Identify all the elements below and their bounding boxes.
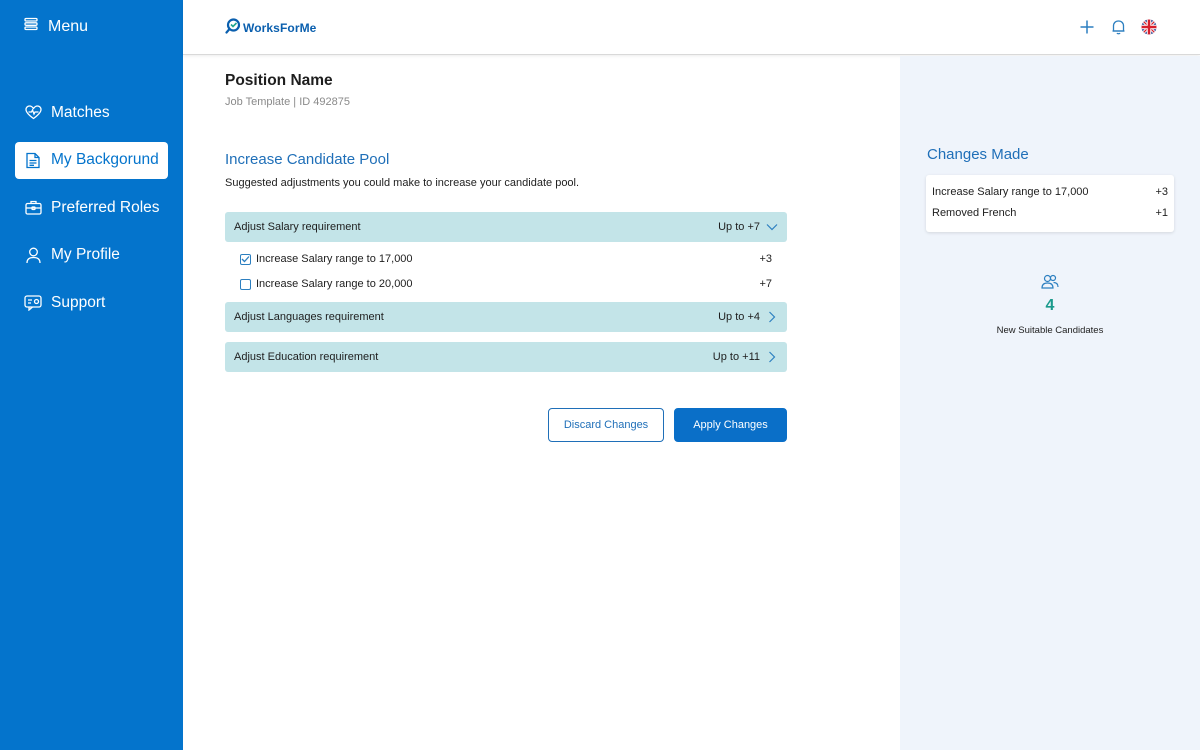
change-label: Removed French xyxy=(932,206,1017,219)
accordion-value: Up to +11 xyxy=(712,351,760,363)
change-label: Increase Salary range to 17,000 xyxy=(932,185,1089,198)
sidebar-item-support[interactable]: Support xyxy=(15,284,168,321)
main-content: Position Name Job Template | ID 492875 I… xyxy=(183,56,900,750)
sidebar-nav: Matches My Backgorund Preferred Roles My… xyxy=(15,94,168,332)
sidebar: Menu Matches My Backgorund Preferred Rol… xyxy=(0,0,183,750)
menu-toggle[interactable]: Menu xyxy=(24,17,88,36)
heart-icon xyxy=(24,104,42,122)
uk-flag-icon[interactable] xyxy=(1140,18,1158,36)
change-row: Removed French +1 xyxy=(932,202,1168,223)
document-icon xyxy=(24,151,42,169)
section-description: Suggested adjustments you could make to … xyxy=(225,177,580,189)
chevron-right-icon xyxy=(766,311,778,323)
candidates-count: 4 xyxy=(1045,297,1055,314)
accordion-label: Adjust Salary requirement xyxy=(234,221,361,233)
page-title: Position Name xyxy=(225,72,333,89)
brand-name: WorksForMe xyxy=(243,20,317,35)
sidebar-item-my-profile[interactable]: My Profile xyxy=(15,237,168,274)
candidates-summary: 4 New Suitable Candidates xyxy=(900,274,1200,336)
sidebar-item-my-background[interactable]: My Backgorund xyxy=(15,141,168,179)
change-value: +1 xyxy=(1155,206,1168,219)
menu-label: Menu xyxy=(48,17,89,35)
brand-logo[interactable]: WorksForMe xyxy=(225,18,316,37)
user-icon xyxy=(24,246,42,264)
chevron-right-icon xyxy=(766,351,778,363)
support-icon xyxy=(24,294,42,312)
accordion-salary[interactable]: Adjust Salary requirement Up to +7 xyxy=(225,212,787,242)
hamburger-icon xyxy=(24,17,48,36)
salary-option-17000: Increase Salary range to 17,000 +3 xyxy=(240,250,772,268)
apply-changes-button[interactable]: Apply Changes xyxy=(674,408,787,442)
section-title: Increase Candidate Pool xyxy=(225,151,390,168)
accordion-education[interactable]: Adjust Education requirement Up to +11 xyxy=(225,342,787,372)
salary-option-20000: Increase Salary range to 20,000 +7 xyxy=(240,275,772,293)
option-value: +3 xyxy=(759,253,772,265)
candidates-label: New Suitable Candidates xyxy=(996,325,1104,336)
changes-card: Increase Salary range to 17,000 +3 Remov… xyxy=(926,175,1174,232)
sidebar-item-label: Support xyxy=(51,293,106,311)
plus-icon[interactable] xyxy=(1078,18,1096,36)
accordion-label: Adjust Languages requirement xyxy=(234,311,384,323)
option-label: Increase Salary range to 20,000 xyxy=(256,278,413,290)
top-actions xyxy=(1065,18,1158,36)
sidebar-item-label: Matches xyxy=(51,103,110,121)
sidebar-item-matches[interactable]: Matches xyxy=(15,94,168,131)
option-label: Increase Salary range to 17,000 xyxy=(256,253,413,265)
accordion-languages[interactable]: Adjust Languages requirement Up to +4 xyxy=(225,302,787,332)
top-bar: WorksForMe xyxy=(183,0,1200,55)
change-row: Increase Salary range to 17,000 +3 xyxy=(932,181,1168,202)
discard-changes-button[interactable]: Discard Changes xyxy=(548,408,664,442)
briefcase-icon xyxy=(24,199,42,217)
option-value: +7 xyxy=(759,278,772,290)
accordion-value: Up to +4 xyxy=(718,311,760,323)
sidebar-item-label: Preferred Roles xyxy=(51,198,160,216)
change-value: +3 xyxy=(1155,185,1168,198)
changes-panel: Changes Made Increase Salary range to 17… xyxy=(900,56,1200,750)
bell-icon[interactable] xyxy=(1109,18,1127,36)
checkbox-unchecked[interactable] xyxy=(240,278,251,290)
sidebar-item-label: My Profile xyxy=(51,246,120,263)
page-subtitle: Job Template | ID 492875 xyxy=(225,96,350,108)
accordion-label: Adjust Education requirement xyxy=(234,351,379,363)
logo-icon xyxy=(225,18,243,37)
sidebar-item-preferred-roles[interactable]: Preferred Roles xyxy=(15,189,168,226)
people-icon xyxy=(900,274,1200,289)
changes-title: Changes Made xyxy=(927,146,1029,163)
checkbox-checked[interactable] xyxy=(240,253,251,265)
sidebar-item-label: My Backgorund xyxy=(51,151,159,168)
accordion-value: Up to +7 xyxy=(718,221,760,233)
chevron-down-icon xyxy=(766,221,778,233)
